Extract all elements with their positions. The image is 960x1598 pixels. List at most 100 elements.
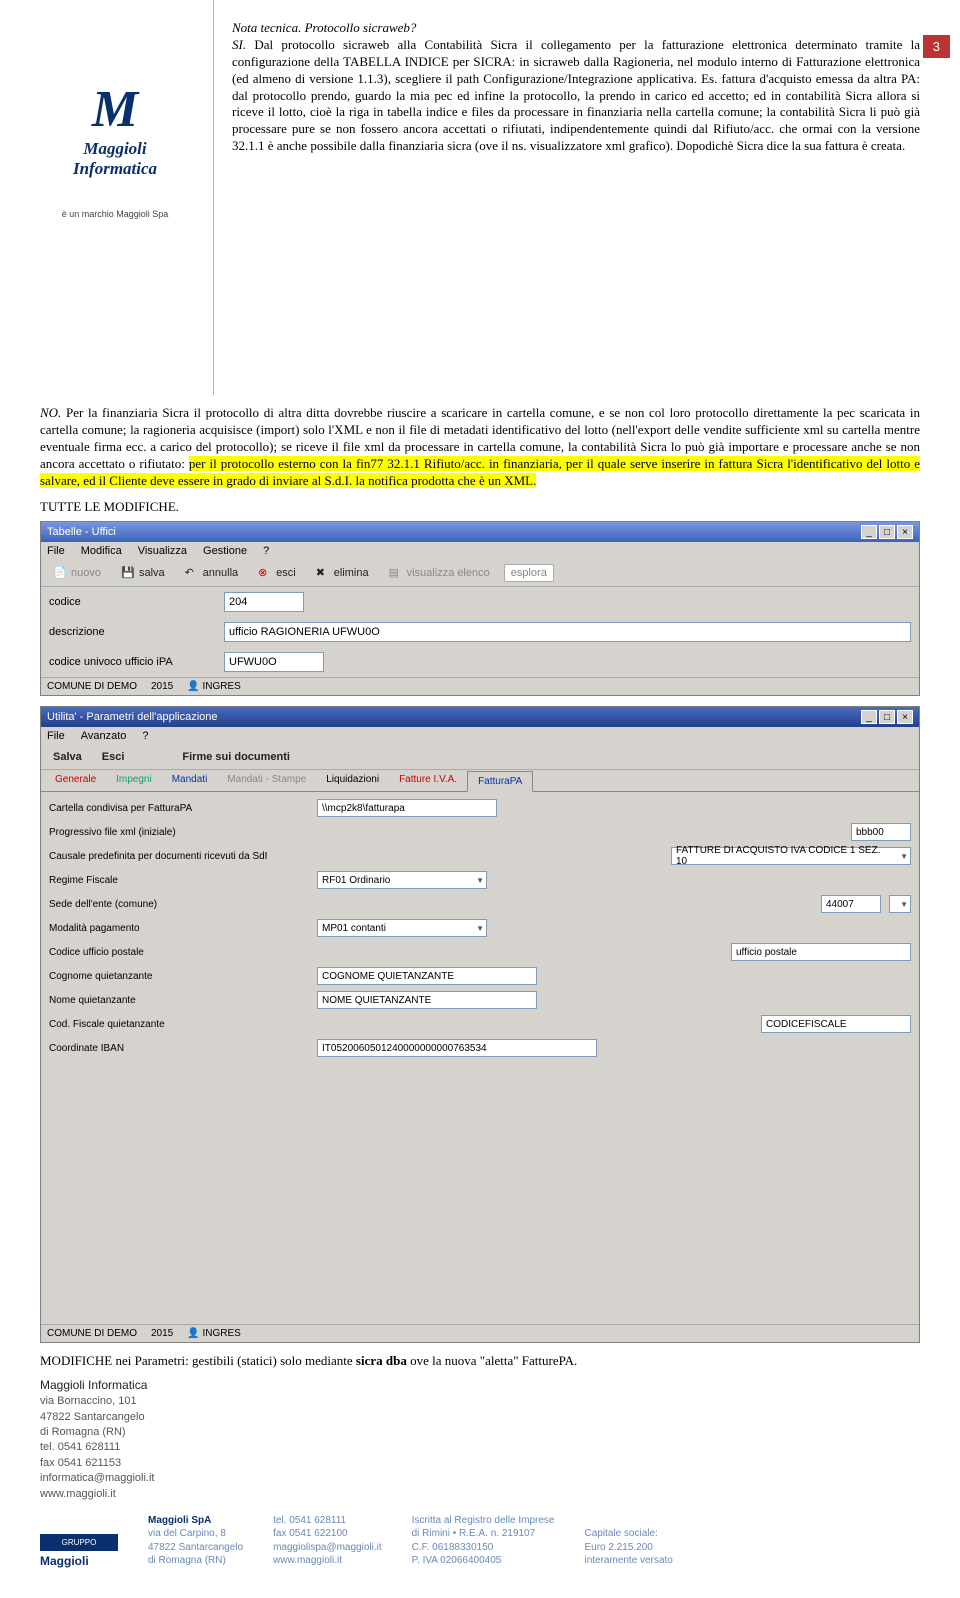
maximize-button[interactable]: □ <box>879 525 895 539</box>
r8-input[interactable] <box>317 967 537 985</box>
codice-label: codice <box>49 596 214 608</box>
logo-m-icon: M <box>40 80 190 139</box>
r11-input[interactable] <box>317 1039 597 1057</box>
footer-col-4: Capitale sociale: Euro 2.215.200 interam… <box>584 1527 672 1568</box>
r11-label: Coordinate IBAN <box>49 1043 309 1054</box>
esplora-button[interactable]: esplora <box>504 564 554 582</box>
r4-select[interactable]: RF01 Ordinario <box>317 871 487 889</box>
minimize-button[interactable]: _ <box>861 710 877 724</box>
codice-input[interactable] <box>224 592 304 612</box>
firme-button[interactable]: Firme sui documenti <box>176 749 296 765</box>
r10-input[interactable] <box>761 1015 911 1033</box>
footer-col-2: tel. 0541 628111 fax 0541 622100 maggiol… <box>273 1514 382 1568</box>
salva-button[interactable]: 💾salva <box>115 564 171 582</box>
menu-help[interactable]: ? <box>142 730 148 742</box>
note-title: Nota tecnica. Protocollo sicraweb? <box>232 20 416 35</box>
salva-button[interactable]: Salva <box>47 749 88 765</box>
descrizione-input[interactable] <box>224 622 911 642</box>
visualizza-elenco-button[interactable]: ▤visualizza elenco <box>383 564 496 582</box>
nuovo-button[interactable]: 📄nuovo <box>47 564 107 582</box>
toolbar: Salva Esci Firme sui documenti <box>41 745 919 770</box>
menu-gestione[interactable]: Gestione <box>203 545 247 557</box>
blank-area <box>41 1064 919 1324</box>
menubar: File Avanzato ? <box>41 727 919 745</box>
menu-avanzato[interactable]: Avanzato <box>81 730 127 742</box>
titlebar: Utilita' - Parametri dell'applicazione _… <box>41 707 919 727</box>
status-user: 👤 INGRES <box>187 681 241 692</box>
si-label: SI. <box>232 37 246 52</box>
footer-address-left: Maggioli Informatica via Bornaccino, 101… <box>40 1377 920 1502</box>
ipa-label: codice univoco ufficio iPA <box>49 656 214 668</box>
logo-subtitle: è un marchio Maggioli Spa <box>40 209 190 219</box>
window-tabelle-uffici: Tabelle - Uffici _□× File Modifica Visua… <box>40 521 920 696</box>
status-ente: COMUNE DI DEMO <box>47 681 137 692</box>
tab-impegni[interactable]: Impegni <box>106 770 162 791</box>
main-text-column: Nota tecnica. Protocollo sicraweb? SI. D… <box>232 0 920 395</box>
save-icon: 💾 <box>121 566 135 580</box>
notes-parametri: MODIFICHE nei Parametri: gestibili (stat… <box>40 1353 920 1369</box>
r2-input[interactable] <box>851 823 911 841</box>
tab-liquidazioni[interactable]: Liquidazioni <box>316 770 389 791</box>
r8-label: Cognome quietanzante <box>49 971 309 982</box>
r3-select[interactable]: FATTURE DI ACQUISTO IVA CODICE 1 SEZ. 10 <box>671 847 911 865</box>
status-user: 👤 INGRES <box>187 1328 241 1339</box>
ipa-input[interactable] <box>224 652 324 672</box>
tab-mandati-stampe[interactable]: Mandati - Stampe <box>217 770 316 791</box>
footer-addr-title: Maggioli Informatica <box>40 1377 920 1394</box>
menubar: File Modifica Visualizza Gestione ? <box>41 542 919 560</box>
r5-lookup-button[interactable] <box>889 895 911 913</box>
esci-button[interactable]: ⊗esci <box>252 564 302 582</box>
exit-icon: ⊗ <box>258 566 272 580</box>
tab-generale[interactable]: Generale <box>45 770 106 791</box>
r9-label: Nome quietanzante <box>49 995 309 1006</box>
close-button[interactable]: × <box>897 710 913 724</box>
logo-brand: Maggioli Informatica <box>40 139 190 179</box>
r4-label: Regime Fiscale <box>49 875 309 886</box>
r2-label: Progressivo file xml (iniziale) <box>49 827 309 838</box>
r5-input[interactable] <box>821 895 881 913</box>
para2: NO. Per la finanziaria Sicra il protocol… <box>40 405 920 489</box>
annulla-button[interactable]: ↶annulla <box>179 564 244 582</box>
delete-icon: ✖ <box>316 566 330 580</box>
menu-modifica[interactable]: Modifica <box>81 545 122 557</box>
maximize-button[interactable]: □ <box>879 710 895 724</box>
footer-brand: Maggioli <box>40 1554 118 1568</box>
window-title: Tabelle - Uffici <box>47 526 116 538</box>
elimina-button[interactable]: ✖elimina <box>310 564 375 582</box>
no-label: NO. <box>40 405 61 420</box>
gruppo-badge: GRUPPO <box>40 1534 118 1551</box>
r7-input[interactable] <box>731 943 911 961</box>
subhead-modifiche: TUTTE LE MODIFICHE. <box>40 499 920 515</box>
status-anno: 2015 <box>151 1328 173 1339</box>
para1-text: Dal protocollo sicraweb alla Contabilità… <box>232 37 920 153</box>
footer-logo: GRUPPO Maggioli <box>40 1534 118 1568</box>
window-title: Utilita' - Parametri dell'applicazione <box>47 711 218 723</box>
menu-visualizza[interactable]: Visualizza <box>138 545 187 557</box>
page-number-badge: 3 <box>923 35 950 58</box>
status-anno: 2015 <box>151 681 173 692</box>
r1-input[interactable] <box>317 799 497 817</box>
minimize-button[interactable]: _ <box>861 525 877 539</box>
r7-label: Codice ufficio postale <box>49 947 309 958</box>
user-icon: 👤 <box>187 681 202 692</box>
sicra-dba-bold: sicra dba <box>356 1353 407 1368</box>
esci-button[interactable]: Esci <box>96 749 131 765</box>
statusbar: COMUNE DI DEMO 2015 👤 INGRES <box>41 1324 919 1342</box>
tab-fatture-iva[interactable]: Fatture I.V.A. <box>389 770 467 791</box>
r6-select[interactable]: MP01 contanti <box>317 919 487 937</box>
tab-mandati[interactable]: Mandati <box>162 770 218 791</box>
menu-file[interactable]: File <box>47 545 65 557</box>
logo-column: M Maggioli Informatica è un marchio Magg… <box>40 0 190 395</box>
close-button[interactable]: × <box>897 525 913 539</box>
new-icon: 📄 <box>53 566 67 580</box>
r9-input[interactable] <box>317 991 537 1009</box>
r10-label: Cod. Fiscale quietanzante <box>49 1019 309 1030</box>
tab-fatturapa[interactable]: FatturaPA <box>467 771 533 792</box>
footer-col-1: Maggioli SpA via del Carpino, 8 47822 Sa… <box>148 1514 243 1568</box>
descrizione-label: descrizione <box>49 626 214 638</box>
menu-help[interactable]: ? <box>263 545 269 557</box>
menu-file[interactable]: File <box>47 730 65 742</box>
statusbar: COMUNE DI DEMO 2015 👤 INGRES <box>41 677 919 695</box>
footer-col-3: Iscritta al Registro delle Imprese di Ri… <box>412 1514 555 1568</box>
toolbar: 📄nuovo 💾salva ↶annulla ⊗esci ✖elimina ▤v… <box>41 560 919 587</box>
